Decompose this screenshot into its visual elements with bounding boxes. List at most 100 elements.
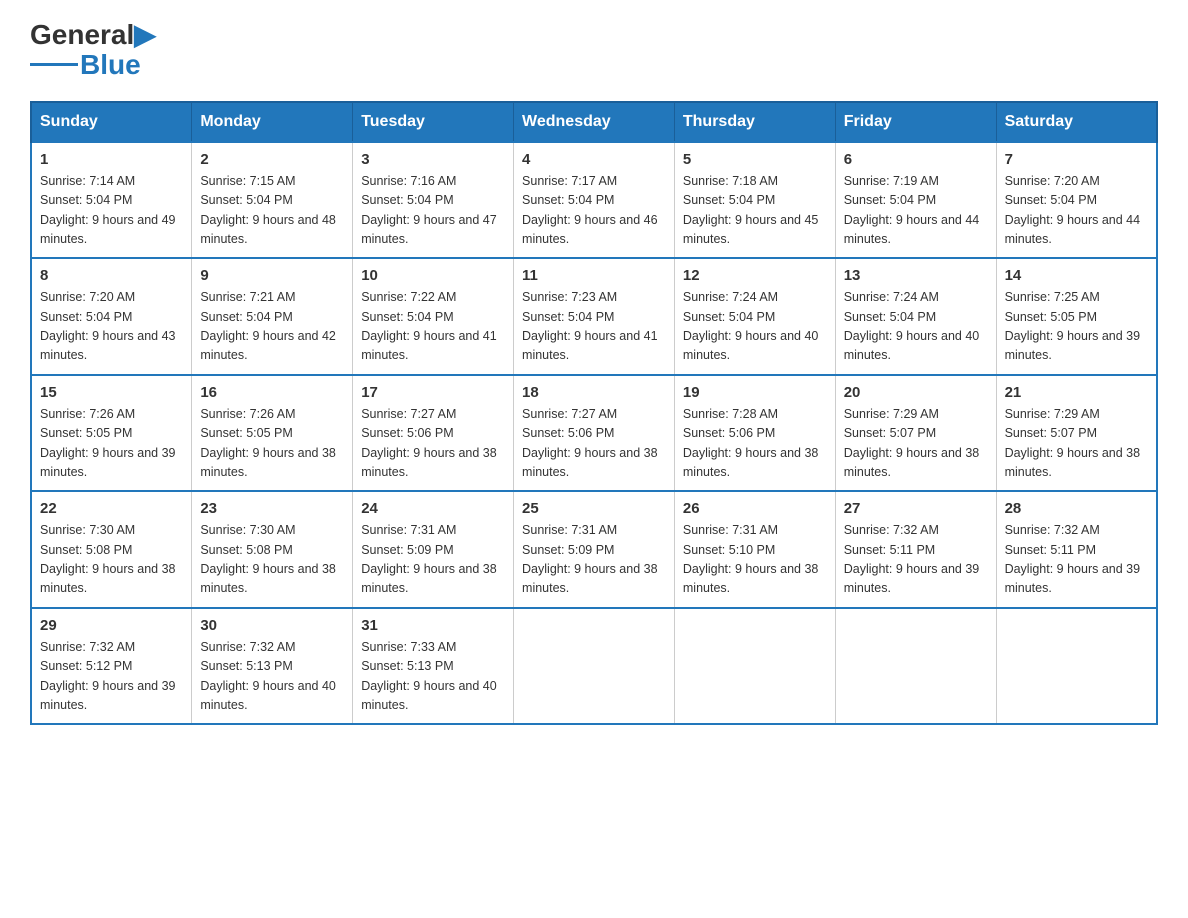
day-number: 29 <box>40 617 183 634</box>
page-header: General▶ Blue <box>30 20 1158 81</box>
day-cell-11: 11Sunrise: 7:23 AMSunset: 5:04 PMDayligh… <box>514 258 675 375</box>
week-row-2: 8 Sunrise: 7:20 AMSunset: 5:04 PMDaylight… <box>31 258 1157 375</box>
day-info: Sunrise: 7:30 AMSunset: 5:08 PMDaylight:… <box>200 521 344 599</box>
day-number: 19 <box>683 384 827 401</box>
day-number: 8 <box>40 267 183 284</box>
day-number: 25 <box>522 500 666 517</box>
day-number: 17 <box>361 384 505 401</box>
day-number: 30 <box>200 617 344 634</box>
day-header-monday: Monday <box>192 102 353 142</box>
day-cell-10: 10Sunrise: 7:22 AMSunset: 5:04 PMDayligh… <box>353 258 514 375</box>
calendar-table: SundayMondayTuesdayWednesdayThursdayFrid… <box>30 101 1158 726</box>
day-info: Sunrise: 7:20 AMSunset: 5:04 PMDaylight:… <box>1005 172 1148 250</box>
logo: General▶ Blue <box>30 20 156 81</box>
day-cell-14: 14 Sunrise: 7:25 AMSunset: 5:05 PMDayligh… <box>996 258 1157 375</box>
day-header-sunday: Sunday <box>31 102 192 142</box>
day-cell-21: 21Sunrise: 7:29 AMSunset: 5:07 PMDayligh… <box>996 375 1157 492</box>
day-number: 4 <box>522 151 666 168</box>
week-row-5: 29 Sunrise: 7:32 AMSunset: 5:12 PMDayligh… <box>31 608 1157 725</box>
day-cell-8: 8 Sunrise: 7:20 AMSunset: 5:04 PMDaylight… <box>31 258 192 375</box>
day-number: 16 <box>200 384 344 401</box>
day-number: 21 <box>1005 384 1148 401</box>
day-cell-18: 18Sunrise: 7:27 AMSunset: 5:06 PMDayligh… <box>514 375 675 492</box>
day-info: Sunrise: 7:32 AMSunset: 5:11 PMDaylight:… <box>1005 521 1148 599</box>
day-number: 20 <box>844 384 988 401</box>
day-info: Sunrise: 7:28 AMSunset: 5:06 PMDaylight:… <box>683 405 827 483</box>
day-info: Sunrise: 7:32 AMSunset: 5:12 PMDaylight:… <box>40 638 183 716</box>
day-info: Sunrise: 7:16 AMSunset: 5:04 PMDaylight:… <box>361 172 505 250</box>
day-number: 28 <box>1005 500 1148 517</box>
day-info: Sunrise: 7:20 AMSunset: 5:04 PMDaylight:… <box>40 288 183 366</box>
day-header-tuesday: Tuesday <box>353 102 514 142</box>
day-cell-28: 28 Sunrise: 7:32 AMSunset: 5:11 PMDayligh… <box>996 491 1157 608</box>
week-row-1: 1Sunrise: 7:14 AMSunset: 5:04 PMDaylight… <box>31 142 1157 259</box>
empty-cell <box>514 608 675 725</box>
day-number: 10 <box>361 267 505 284</box>
day-cell-4: 4 Sunrise: 7:17 AMSunset: 5:04 PMDaylight… <box>514 142 675 259</box>
day-number: 11 <box>522 267 666 284</box>
day-info: Sunrise: 7:32 AMSunset: 5:13 PMDaylight:… <box>200 638 344 716</box>
day-number: 22 <box>40 500 183 517</box>
day-header-wednesday: Wednesday <box>514 102 675 142</box>
day-info: Sunrise: 7:32 AMSunset: 5:11 PMDaylight:… <box>844 521 988 599</box>
day-cell-6: 6Sunrise: 7:19 AMSunset: 5:04 PMDaylight… <box>835 142 996 259</box>
day-info: Sunrise: 7:15 AMSunset: 5:04 PMDaylight:… <box>200 172 344 250</box>
empty-cell <box>996 608 1157 725</box>
day-number: 12 <box>683 267 827 284</box>
day-cell-7: 7 Sunrise: 7:20 AMSunset: 5:04 PMDaylight… <box>996 142 1157 259</box>
day-number: 23 <box>200 500 344 517</box>
day-cell-31: 31Sunrise: 7:33 AMSunset: 5:13 PMDayligh… <box>353 608 514 725</box>
day-cell-1: 1Sunrise: 7:14 AMSunset: 5:04 PMDaylight… <box>31 142 192 259</box>
day-number: 14 <box>1005 267 1148 284</box>
day-cell-9: 9 Sunrise: 7:21 AMSunset: 5:04 PMDaylight… <box>192 258 353 375</box>
day-info: Sunrise: 7:14 AMSunset: 5:04 PMDaylight:… <box>40 172 183 250</box>
day-number: 27 <box>844 500 988 517</box>
day-cell-22: 22 Sunrise: 7:30 AMSunset: 5:08 PMDayligh… <box>31 491 192 608</box>
week-row-4: 22 Sunrise: 7:30 AMSunset: 5:08 PMDayligh… <box>31 491 1157 608</box>
day-cell-20: 20 Sunrise: 7:29 AMSunset: 5:07 PMDayligh… <box>835 375 996 492</box>
day-number: 24 <box>361 500 505 517</box>
day-cell-19: 19 Sunrise: 7:28 AMSunset: 5:06 PMDayligh… <box>674 375 835 492</box>
day-info: Sunrise: 7:27 AMSunset: 5:06 PMDaylight:… <box>361 405 505 483</box>
day-info: Sunrise: 7:24 AMSunset: 5:04 PMDaylight:… <box>683 288 827 366</box>
day-cell-24: 24 Sunrise: 7:31 AMSunset: 5:09 PMDayligh… <box>353 491 514 608</box>
day-cell-25: 25Sunrise: 7:31 AMSunset: 5:09 PMDayligh… <box>514 491 675 608</box>
day-info: Sunrise: 7:31 AMSunset: 5:10 PMDaylight:… <box>683 521 827 599</box>
day-cell-26: 26 Sunrise: 7:31 AMSunset: 5:10 PMDayligh… <box>674 491 835 608</box>
day-cell-23: 23 Sunrise: 7:30 AMSunset: 5:08 PMDayligh… <box>192 491 353 608</box>
day-cell-2: 2Sunrise: 7:15 AMSunset: 5:04 PMDaylight… <box>192 142 353 259</box>
day-number: 15 <box>40 384 183 401</box>
logo-blue-text: Blue <box>80 49 141 81</box>
day-cell-3: 3Sunrise: 7:16 AMSunset: 5:04 PMDaylight… <box>353 142 514 259</box>
day-info: Sunrise: 7:27 AMSunset: 5:06 PMDaylight:… <box>522 405 666 483</box>
day-info: Sunrise: 7:29 AMSunset: 5:07 PMDaylight:… <box>844 405 988 483</box>
calendar-header-row: SundayMondayTuesdayWednesdayThursdayFrid… <box>31 102 1157 142</box>
day-cell-17: 17 Sunrise: 7:27 AMSunset: 5:06 PMDayligh… <box>353 375 514 492</box>
day-number: 26 <box>683 500 827 517</box>
day-cell-29: 29 Sunrise: 7:32 AMSunset: 5:12 PMDayligh… <box>31 608 192 725</box>
day-info: Sunrise: 7:30 AMSunset: 5:08 PMDaylight:… <box>40 521 183 599</box>
day-info: Sunrise: 7:25 AMSunset: 5:05 PMDaylight:… <box>1005 288 1148 366</box>
day-cell-30: 30 Sunrise: 7:32 AMSunset: 5:13 PMDayligh… <box>192 608 353 725</box>
day-info: Sunrise: 7:21 AMSunset: 5:04 PMDaylight:… <box>200 288 344 366</box>
empty-cell <box>674 608 835 725</box>
day-number: 31 <box>361 617 505 634</box>
day-info: Sunrise: 7:26 AMSunset: 5:05 PMDaylight:… <box>200 405 344 483</box>
day-info: Sunrise: 7:26 AMSunset: 5:05 PMDaylight:… <box>40 405 183 483</box>
day-number: 5 <box>683 151 827 168</box>
day-cell-27: 27 Sunrise: 7:32 AMSunset: 5:11 PMDayligh… <box>835 491 996 608</box>
day-info: Sunrise: 7:24 AMSunset: 5:04 PMDaylight:… <box>844 288 988 366</box>
day-number: 7 <box>1005 151 1148 168</box>
day-cell-15: 15 Sunrise: 7:26 AMSunset: 5:05 PMDayligh… <box>31 375 192 492</box>
logo-text: General▶ <box>30 20 156 51</box>
day-info: Sunrise: 7:17 AMSunset: 5:04 PMDaylight:… <box>522 172 666 250</box>
day-cell-16: 16 Sunrise: 7:26 AMSunset: 5:05 PMDayligh… <box>192 375 353 492</box>
day-number: 9 <box>200 267 344 284</box>
empty-cell <box>835 608 996 725</box>
day-header-thursday: Thursday <box>674 102 835 142</box>
day-info: Sunrise: 7:31 AMSunset: 5:09 PMDaylight:… <box>361 521 505 599</box>
day-info: Sunrise: 7:18 AMSunset: 5:04 PMDaylight:… <box>683 172 827 250</box>
logo-content: General▶ Blue <box>30 20 156 81</box>
day-header-saturday: Saturday <box>996 102 1157 142</box>
day-cell-13: 13Sunrise: 7:24 AMSunset: 5:04 PMDayligh… <box>835 258 996 375</box>
